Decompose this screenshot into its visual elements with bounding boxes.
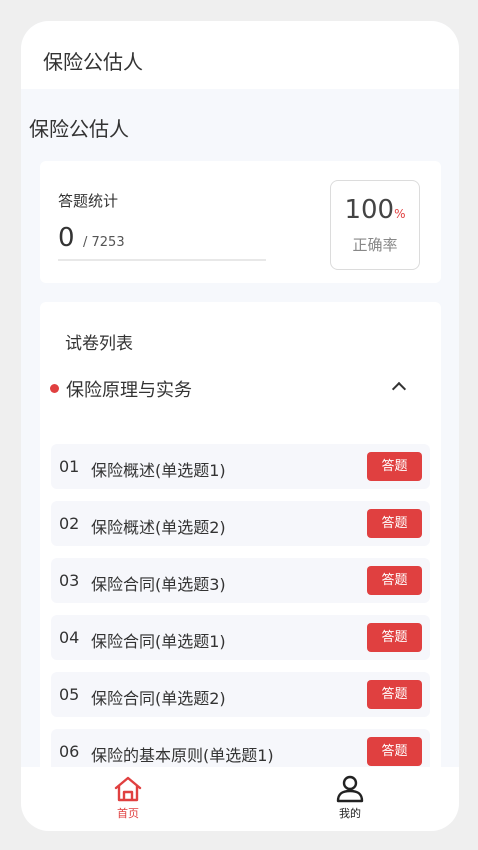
user-icon xyxy=(336,775,364,803)
paper-number: 04 xyxy=(59,628,80,647)
stats-card: 答题统计 0 / 7253 100% 正确率 xyxy=(40,161,441,283)
paper-name: 保险的基本原则(单选题1) xyxy=(91,746,274,765)
paper-number: 06 xyxy=(59,742,80,761)
paper-row[interactable]: 06 保险的基本原则(单选题1) 答题 xyxy=(51,729,430,772)
paper-row[interactable]: 04 保险合同(单选题1) 答题 xyxy=(51,615,430,660)
answered-count: 0 xyxy=(58,223,75,253)
paper-row[interactable]: 05 保险合同(单选题2) 答题 xyxy=(51,672,430,717)
accuracy-box: 100% 正确率 xyxy=(330,180,420,270)
accuracy-label: 正确率 xyxy=(352,236,398,254)
answer-button[interactable]: 答题 xyxy=(367,680,422,709)
tab-me-label: 我的 xyxy=(339,807,361,820)
paper-name: 保险概述(单选题1) xyxy=(91,461,226,480)
answer-button[interactable]: 答题 xyxy=(367,452,422,481)
accuracy-value: 100% xyxy=(331,195,419,225)
paper-number: 01 xyxy=(59,457,80,476)
paper-row[interactable]: 02 保险概述(单选题2) 答题 xyxy=(51,501,430,546)
answer-button[interactable]: 答题 xyxy=(367,509,422,538)
answer-button[interactable]: 答题 xyxy=(367,737,422,766)
paper-name: 保险概述(单选题2) xyxy=(91,518,226,537)
paper-row[interactable]: 01 保险概述(单选题1) 答题 xyxy=(51,444,430,489)
section-dot-icon xyxy=(50,384,59,393)
bottom-tab-bar: 首页 我的 xyxy=(21,767,459,831)
stats-label: 答题统计 xyxy=(58,192,119,210)
tab-home-label: 首页 xyxy=(117,807,139,820)
app-title: 保险公估人 xyxy=(43,50,143,74)
tab-home[interactable]: 首页 xyxy=(98,775,158,821)
paper-number: 05 xyxy=(59,685,80,704)
home-icon xyxy=(114,776,142,802)
top-bar: 保险公估人 xyxy=(21,21,459,89)
chevron-up-icon[interactable] xyxy=(391,381,407,397)
page-title: 保险公估人 xyxy=(29,117,129,141)
total-count: / 7253 xyxy=(83,235,125,250)
app-screen: 保险公估人 保险公估人 答题统计 0 / 7253 100% 正确率 试卷列表 … xyxy=(21,21,459,831)
section-title: 保险原理与实务 xyxy=(66,380,192,401)
paper-list-card: 试卷列表 保险原理与实务 01 保险概述(单选题1) 答题 02 保险概述(单选… xyxy=(40,302,441,772)
answer-button[interactable]: 答题 xyxy=(367,566,422,595)
paper-name: 保险合同(单选题3) xyxy=(91,575,226,594)
tab-me[interactable]: 我的 xyxy=(320,775,380,821)
paper-number: 02 xyxy=(59,514,80,533)
paper-number: 03 xyxy=(59,571,80,590)
paper-name: 保险合同(单选题1) xyxy=(91,632,226,651)
answer-button[interactable]: 答题 xyxy=(367,623,422,652)
stats-progress-line xyxy=(58,259,266,261)
paper-row[interactable]: 03 保险合同(单选题3) 答题 xyxy=(51,558,430,603)
accuracy-number: 100 xyxy=(344,195,395,225)
paper-name: 保险合同(单选题2) xyxy=(91,689,226,708)
accuracy-unit: % xyxy=(394,207,406,221)
paper-list-title: 试卷列表 xyxy=(65,334,133,354)
